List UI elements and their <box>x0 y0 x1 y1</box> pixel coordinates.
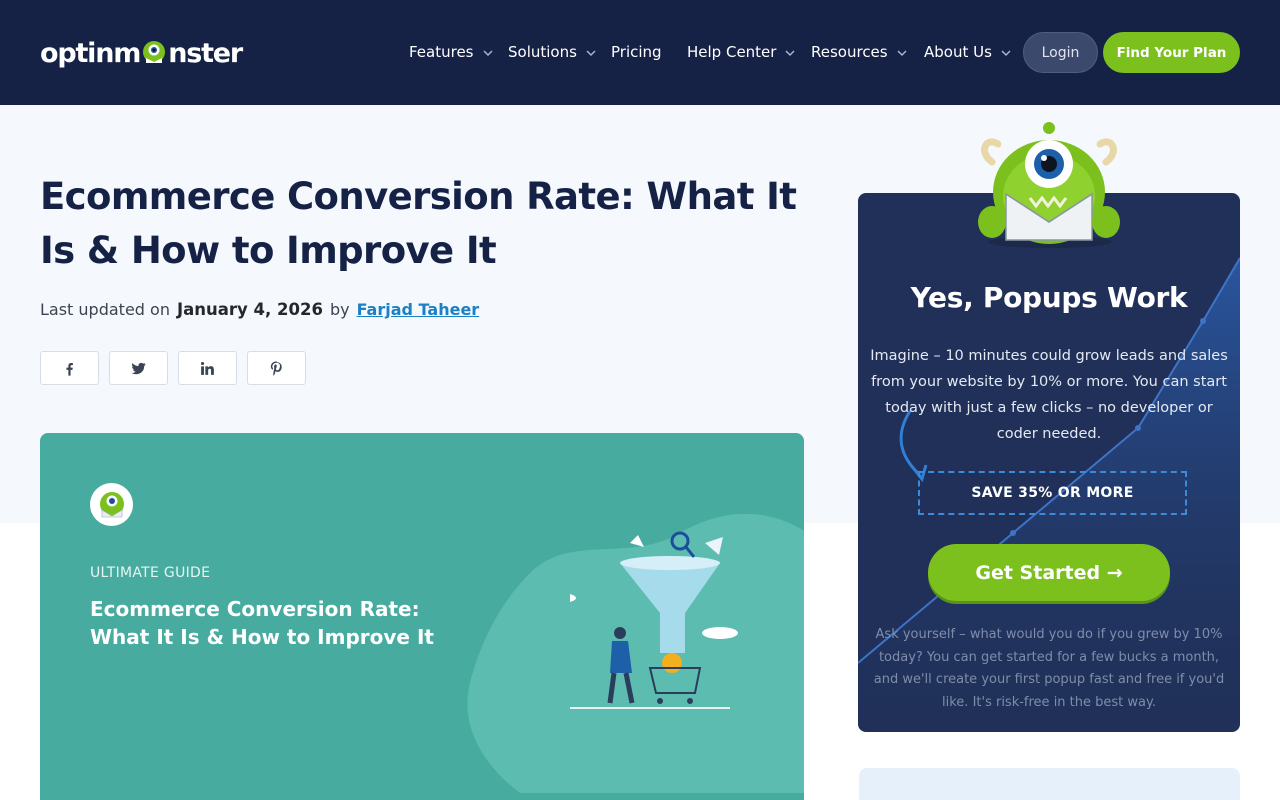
login-button[interactable]: Login <box>1023 32 1098 73</box>
promo-title: Yes, Popups Work <box>910 281 1188 314</box>
monster-mascot-icon <box>978 122 1120 248</box>
funnel-shopper-illustration <box>570 531 738 709</box>
nav-about-us[interactable]: About Us <box>924 43 1011 61</box>
chevron-down-icon <box>785 50 795 57</box>
nav-label: Pricing <box>611 43 662 61</box>
popups-promo-card: Yes, Popups Work Imagine – 10 minutes co… <box>858 193 1240 732</box>
logo-monster-icon <box>143 41 166 63</box>
nav-solutions[interactable]: Solutions <box>508 43 596 61</box>
chevron-down-icon <box>1001 50 1011 57</box>
nav-pricing[interactable]: Pricing <box>611 43 662 61</box>
article-date: January 4, 2026 <box>176 300 323 319</box>
secondary-sidebar-card <box>859 768 1240 800</box>
nav-label: About Us <box>924 43 992 61</box>
share-facebook-button[interactable] <box>40 351 99 385</box>
linkedin-icon <box>200 361 214 375</box>
chevron-down-icon <box>482 50 493 57</box>
featured-image: ULTIMATE GUIDE Ecommerce Conversion Rate… <box>40 433 804 800</box>
find-your-plan-button[interactable]: Find Your Plan <box>1103 32 1240 73</box>
monster-icon <box>99 491 124 517</box>
get-started-button[interactable]: Get Started → <box>928 544 1170 601</box>
twitter-icon <box>131 362 146 374</box>
nav-label: Features <box>409 43 474 61</box>
promo-footnote: Ask yourself – what would you do if you … <box>873 627 1225 710</box>
share-linkedin-button[interactable] <box>178 351 237 385</box>
nav-label: Resources <box>811 43 888 61</box>
logo-text-start: optinm <box>40 37 141 69</box>
author-link[interactable]: Farjad Taheer <box>357 300 480 319</box>
chevron-down-icon <box>586 50 596 57</box>
logo-text-end: nster <box>168 37 243 69</box>
site-header: optinm nster Features Solutions Pricing … <box>0 0 1280 105</box>
nav-label: Solutions <box>508 43 577 61</box>
updated-label: Last updated on <box>40 300 170 319</box>
nav-features[interactable]: Features <box>409 43 493 61</box>
save-badge: SAVE 35% OR MORE <box>918 471 1187 515</box>
featured-title: Ecommerce Conversion Rate: What It Is & … <box>90 597 434 649</box>
article-title: Ecommerce Conversion Rate: What It Is & … <box>40 175 797 272</box>
guide-kicker: ULTIMATE GUIDE <box>90 565 211 581</box>
chevron-down-icon <box>897 50 907 57</box>
nav-resources[interactable]: Resources <box>811 43 907 61</box>
facebook-icon <box>66 362 73 376</box>
promo-body: Imagine – 10 minutes could grow leads an… <box>870 348 1228 442</box>
article-byline: Last updated on January 4, 2026 by Farja… <box>40 300 479 319</box>
share-pinterest-button[interactable] <box>247 351 306 385</box>
optinmonster-logo[interactable]: optinm nster <box>40 36 243 70</box>
by-label: by <box>329 300 350 319</box>
pinterest-icon <box>270 360 282 376</box>
nav-help-center[interactable]: Help Center <box>687 43 795 61</box>
optinmonster-badge <box>90 483 133 526</box>
share-twitter-button[interactable] <box>109 351 168 385</box>
nav-label: Help Center <box>687 43 777 61</box>
